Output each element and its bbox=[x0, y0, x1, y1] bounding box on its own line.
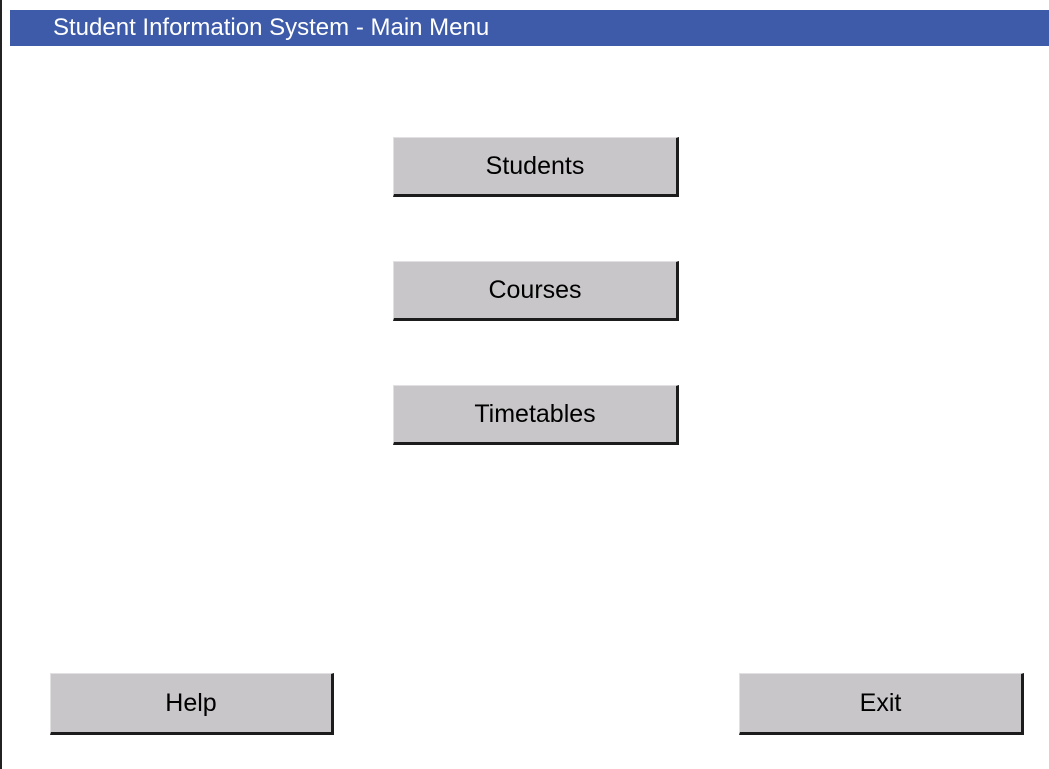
title-bar: Student Information System - Main Menu bbox=[10, 10, 1049, 46]
timetables-button[interactable]: Timetables bbox=[393, 385, 679, 445]
courses-button[interactable]: Courses bbox=[393, 261, 679, 321]
window-title: Student Information System - Main Menu bbox=[53, 14, 490, 41]
main-menu-window: Student Information System - Main Menu S… bbox=[0, 0, 1049, 769]
timetables-button-label: Timetables bbox=[474, 399, 596, 428]
help-button[interactable]: Help bbox=[50, 673, 334, 735]
courses-button-label: Courses bbox=[488, 275, 582, 304]
students-button[interactable]: Students bbox=[393, 137, 679, 197]
students-button-label: Students bbox=[485, 151, 585, 180]
exit-button[interactable]: Exit bbox=[739, 673, 1024, 735]
help-button-label: Help bbox=[165, 688, 217, 717]
exit-button-label: Exit bbox=[859, 688, 902, 717]
